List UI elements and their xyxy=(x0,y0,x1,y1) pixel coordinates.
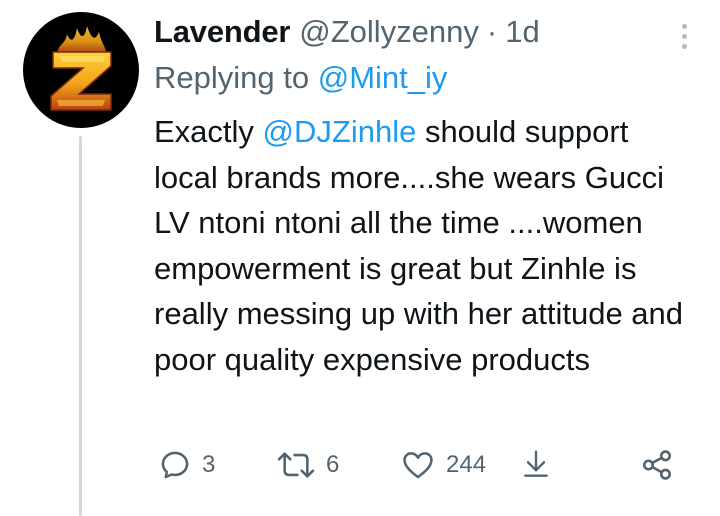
reply-icon xyxy=(161,451,189,479)
download-icon xyxy=(524,450,548,477)
tweet-actions: 3 6 244 xyxy=(158,445,678,485)
replying-to-line: Replying to @Mint_iy xyxy=(154,60,694,100)
more-options-icon[interactable] xyxy=(674,18,694,54)
tweet-text-part: Exactly xyxy=(154,114,263,149)
thread-line xyxy=(79,136,82,516)
mention-link[interactable]: @DJZinhle xyxy=(263,114,417,149)
timestamp[interactable]: 1d xyxy=(505,14,539,50)
author-name[interactable]: Lavender xyxy=(154,14,290,50)
tweet-content[interactable]: Lavender @Zollyzenny · 1d Replying to @M… xyxy=(154,10,694,382)
separator-dot: · xyxy=(486,14,498,49)
retweet-button[interactable]: 6 xyxy=(276,445,339,485)
tweet-text-part: should support local brands more....she … xyxy=(154,114,684,377)
reply-count: 3 xyxy=(202,451,216,478)
flaming-z-logo xyxy=(50,26,112,111)
like-count: 244 xyxy=(446,451,487,478)
reply-button[interactable]: 3 xyxy=(158,445,215,485)
replying-to-label: Replying to xyxy=(154,60,318,95)
avatar[interactable] xyxy=(23,12,139,128)
tweet-header: Lavender @Zollyzenny · 1d xyxy=(154,10,694,54)
heart-icon xyxy=(403,452,433,479)
save-button[interactable] xyxy=(520,445,552,485)
replying-to-mention[interactable]: @Mint_iy xyxy=(318,60,448,95)
tweet-text: Exactly @DJZinhle should support local b… xyxy=(154,109,699,382)
share-button[interactable] xyxy=(640,445,674,485)
author-handle[interactable]: @Zollyzenny xyxy=(299,14,479,50)
retweet-icon xyxy=(277,452,315,478)
avatar-column xyxy=(0,0,160,516)
share-icon xyxy=(642,450,672,480)
like-button[interactable]: 244 xyxy=(400,445,486,485)
retweet-count: 6 xyxy=(326,451,340,478)
